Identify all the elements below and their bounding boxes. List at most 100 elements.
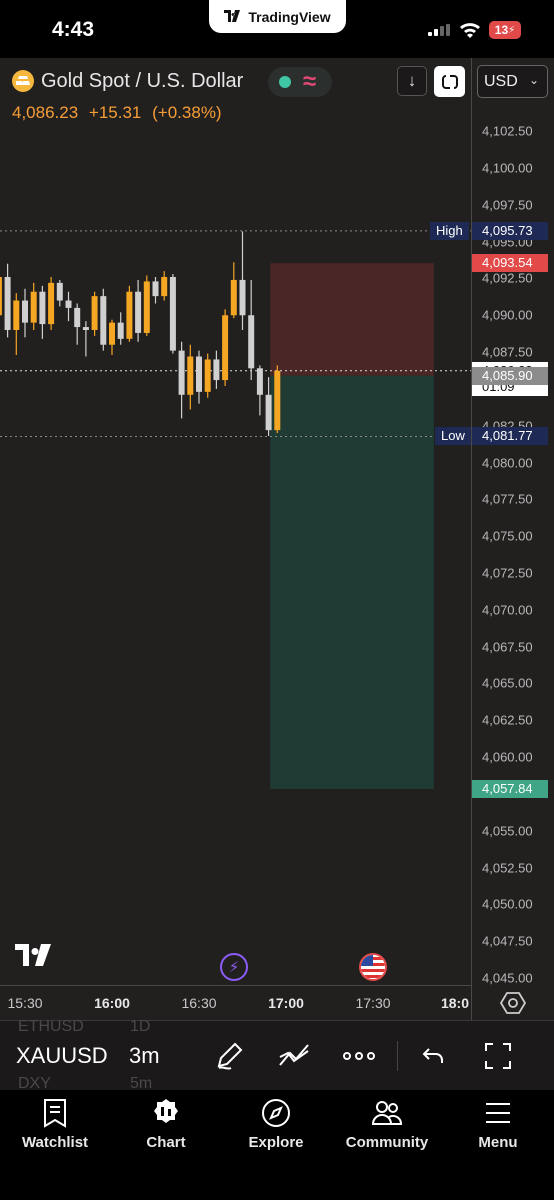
price-tick: 4,045.00	[482, 970, 533, 986]
candle-body	[161, 276, 168, 297]
candle-body	[239, 279, 246, 316]
candle-body	[74, 307, 81, 328]
candle-body	[100, 296, 107, 345]
chart-settings-icon[interactable]	[500, 990, 526, 1016]
time-tick: 17:00	[268, 995, 304, 1011]
time-tick: 16:00	[94, 995, 130, 1011]
price-tick: 4,077.50	[482, 491, 533, 507]
take-profit-zone	[270, 375, 434, 789]
tab-label: Watchlist	[21, 1134, 89, 1151]
toolbar-divider	[397, 1041, 398, 1071]
candle-body	[117, 322, 124, 339]
low-price-badge: 4,081.77	[472, 427, 548, 446]
candle-body	[109, 322, 115, 345]
bookmark-list-icon	[44, 1099, 66, 1128]
candle-body	[248, 315, 255, 369]
price-tick: 4,100.00	[482, 160, 533, 176]
tab-chart[interactable]: Chart	[116, 1098, 216, 1162]
price-axis-divider	[471, 58, 472, 1020]
tab-watchlist[interactable]: Watchlist	[5, 1098, 105, 1162]
indicators-button[interactable]	[276, 1039, 312, 1073]
time-tick: 18:0	[440, 995, 470, 1011]
candle-body	[152, 281, 159, 297]
candle-body	[143, 281, 150, 333]
candle-body	[204, 359, 211, 392]
price-tick: 4,055.00	[482, 823, 533, 839]
fullscreen-icon	[485, 1043, 511, 1069]
price-tick: 4,067.50	[482, 639, 533, 655]
time-tick: 15:30	[7, 995, 43, 1011]
stop-loss-zone	[270, 263, 434, 376]
candle-body	[65, 300, 72, 308]
stop-loss-badge: 4,093.54	[472, 254, 548, 273]
price-tick: 4,047.50	[482, 933, 533, 949]
candle-body	[4, 276, 11, 330]
candle-body	[274, 370, 281, 431]
candle-body	[187, 356, 194, 395]
tab-bar: Watchlist Chart Explore Community Menu	[0, 1090, 554, 1200]
high-label-tag: High	[430, 221, 469, 240]
undo-icon	[422, 1048, 443, 1063]
tab-explore[interactable]: Explore	[226, 1098, 326, 1162]
price-tick: 4,087.50	[482, 344, 533, 360]
fullscreen-button[interactable]	[480, 1039, 516, 1073]
tab-label: Community	[345, 1134, 429, 1151]
price-tick: 4,092.50	[482, 270, 533, 286]
candle-body	[178, 350, 185, 395]
tab-label: Menu	[478, 1134, 518, 1151]
candle-body	[222, 315, 229, 381]
interval-button[interactable]: 3m	[129, 1043, 160, 1069]
price-tick: 4,062.50	[482, 712, 533, 728]
symbol-button[interactable]: XAUUSD	[16, 1043, 108, 1069]
time-axis[interactable]: 15:30 16:00 16:30 17:00 17:30 18:0	[0, 985, 472, 1019]
candle-body	[30, 291, 37, 323]
hamburger-icon	[486, 1103, 510, 1123]
people-icon	[371, 1101, 403, 1125]
more-button[interactable]	[341, 1039, 377, 1073]
tab-label: Explore	[248, 1134, 304, 1151]
price-tick: 4,050.00	[482, 896, 533, 912]
take-profit-badge: 4,057.84	[472, 779, 548, 798]
low-label-tag: Low	[435, 427, 471, 446]
interval-picker-prev[interactable]: 1D	[130, 1018, 150, 1036]
chart-toolbar: ETHUSD 1D XAUUSD 3m DXY 5m	[0, 1018, 554, 1092]
price-tick: 4,090.00	[482, 307, 533, 323]
price-tick: 4,097.50	[482, 197, 533, 213]
price-tick: 4,060.00	[482, 749, 533, 765]
candle-body	[135, 291, 142, 333]
drawing-tool-button[interactable]	[212, 1039, 248, 1073]
pen-icon	[217, 1042, 243, 1070]
entry-price-badge: 4,085.90	[472, 366, 548, 385]
candle-body	[48, 282, 55, 325]
candle-body	[0, 276, 2, 316]
candles-badge-icon	[154, 1099, 178, 1123]
compass-icon	[262, 1099, 290, 1127]
candle-body	[230, 279, 237, 316]
candle-body	[82, 327, 89, 330]
high-price-badge: 4,095.73	[472, 221, 548, 240]
time-tick: 17:30	[355, 995, 391, 1011]
more-horizontal-icon	[343, 1052, 375, 1060]
candle-body	[56, 282, 63, 301]
indicators-icon	[279, 1044, 309, 1066]
candle-body	[265, 394, 272, 431]
tab-label: Chart	[146, 1134, 186, 1151]
lightning-event-icon[interactable]: ⚡	[220, 953, 248, 981]
undo-button[interactable]	[415, 1039, 451, 1073]
price-tick: 4,075.00	[482, 528, 533, 544]
candle-body	[196, 356, 202, 392]
candle-body	[169, 276, 176, 351]
price-tick: 4,072.50	[482, 565, 533, 581]
tradingview-watermark-icon	[15, 944, 57, 973]
price-tick: 4,065.00	[482, 675, 533, 691]
candle-body	[13, 300, 20, 330]
candle-body	[213, 359, 220, 381]
symbol-picker-prev[interactable]: ETHUSD	[18, 1018, 84, 1036]
candle-body	[22, 300, 28, 323]
us-flag-event-icon[interactable]	[359, 953, 387, 981]
tab-menu[interactable]: Menu	[448, 1098, 548, 1162]
tab-community[interactable]: Community	[337, 1098, 437, 1162]
candle-body	[126, 291, 133, 339]
price-tick: 4,052.50	[482, 860, 533, 876]
time-tick: 16:30	[181, 995, 217, 1011]
